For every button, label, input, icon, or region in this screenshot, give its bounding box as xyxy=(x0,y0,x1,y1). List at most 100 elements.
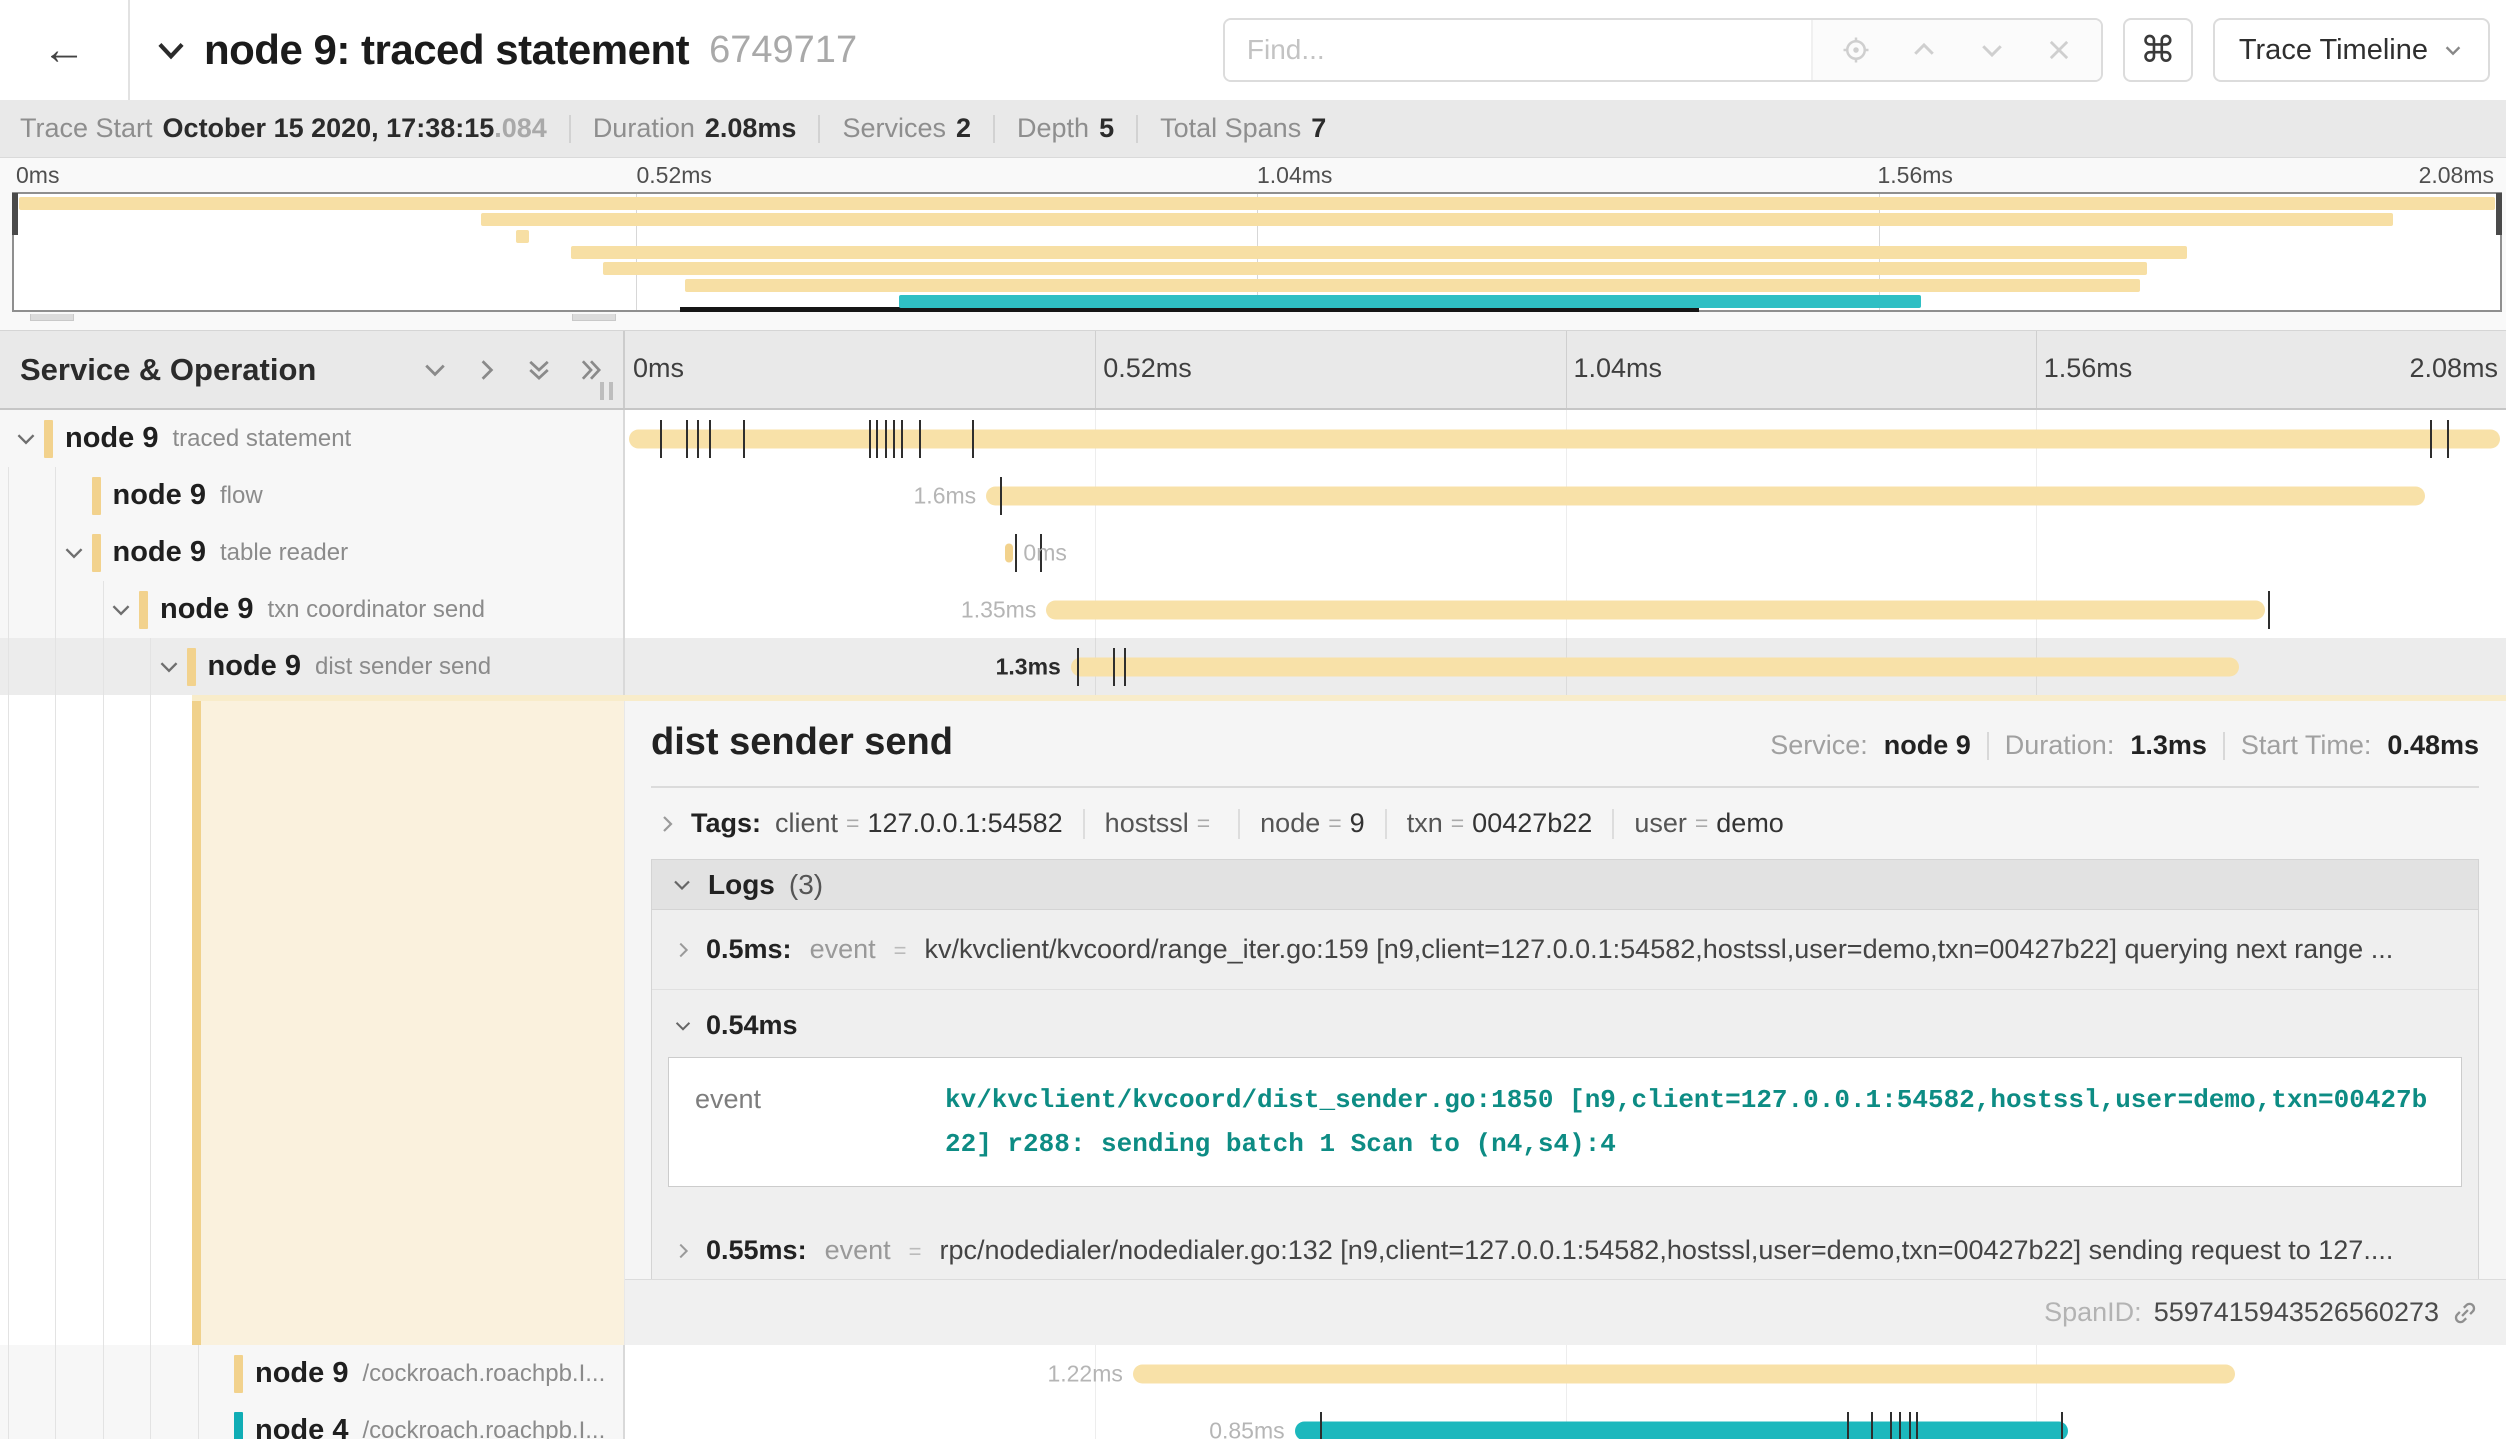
span-collapse-chevron-icon[interactable] xyxy=(103,597,139,623)
log-entry-expanded-header[interactable]: 0.54ms xyxy=(652,990,2478,1055)
minimap-time-label: 0.52ms xyxy=(637,162,712,189)
find-group xyxy=(1223,18,2103,82)
span-collapse-chevron-icon[interactable] xyxy=(151,654,187,680)
trace-view-dropdown[interactable]: Trace Timeline xyxy=(2213,18,2490,82)
log-entry-collapsed[interactable]: 0.5ms:event=kv/kvclient/kvcoord/range_it… xyxy=(652,910,2478,990)
tag-equals: = xyxy=(846,810,859,837)
minimap-right-scrubber-handle[interactable] xyxy=(2496,193,2502,235)
expand-one-icon[interactable] xyxy=(472,355,502,385)
minimap-time-labels: 0ms0.52ms1.04ms1.56ms2.08ms xyxy=(12,162,2494,192)
tags-row[interactable]: Tags: client=127.0.0.1:54582hostssl=node… xyxy=(651,788,2479,857)
log-field-key: event xyxy=(825,1235,891,1266)
tag-value: 00427b22 xyxy=(1472,808,1592,839)
span-duration-bar[interactable] xyxy=(1005,543,1013,562)
logs-count: (3) xyxy=(789,869,823,901)
trace-view-label: Trace Timeline xyxy=(2239,34,2428,67)
span-row-tree-cell[interactable]: node 9flow xyxy=(0,467,625,524)
span-row-tree-cell[interactable]: node 9txn coordinator send xyxy=(0,581,625,638)
span-color-chip xyxy=(44,420,53,458)
services-value: 2 xyxy=(956,113,971,144)
span-color-chip xyxy=(234,1355,243,1393)
keyboard-shortcuts-button[interactable]: ⌘ xyxy=(2123,18,2193,82)
span-duration-bar[interactable] xyxy=(1046,600,2265,619)
span-log-tick xyxy=(1320,1412,1322,1439)
timeline-ruler: 0ms0.52ms1.04ms1.56ms2.08ms xyxy=(625,331,2506,408)
back-button[interactable]: ← xyxy=(0,0,130,100)
span-color-chip xyxy=(92,534,101,572)
logs-header[interactable]: Logs (3) xyxy=(652,860,2478,910)
span-duration-bar[interactable] xyxy=(1295,1421,2068,1439)
span-row[interactable]: node 4/cockroach.roachpb.I...0.85ms xyxy=(0,1402,2506,1439)
minimap-canvas[interactable] xyxy=(12,192,2502,312)
find-next-icon[interactable] xyxy=(1977,35,2007,65)
span-duration-bar[interactable] xyxy=(1133,1364,2235,1383)
span-row[interactable]: node 9flow1.6ms xyxy=(0,467,2506,524)
find-clear-icon[interactable] xyxy=(2045,36,2073,64)
span-row[interactable]: node 9/cockroach.roachpb.I...1.22ms xyxy=(0,1345,2506,1402)
minimap-left-scrubber-handle[interactable] xyxy=(12,193,18,235)
tag-item: node=9 xyxy=(1260,808,1365,839)
span-row-tree-cell[interactable]: node 9/cockroach.roachpb.I... xyxy=(0,1345,625,1402)
span-detail-color-strip xyxy=(192,695,2506,701)
span-duration-bar[interactable] xyxy=(986,486,2425,505)
span-row-timeline-cell[interactable]: 1.6ms xyxy=(625,467,2506,524)
ruler-time-label: 2.08ms xyxy=(2409,353,2498,384)
tag-equals: = xyxy=(1328,810,1341,837)
span-service-name: node 9 xyxy=(160,593,253,626)
span-row-timeline-cell[interactable]: 0.85ms xyxy=(625,1402,2506,1439)
span-row-tree-cell[interactable]: node 4/cockroach.roachpb.I... xyxy=(0,1402,625,1439)
trace-title-chevron-icon[interactable] xyxy=(152,31,190,69)
span-log-tick xyxy=(919,420,921,458)
find-prev-icon[interactable] xyxy=(1909,35,1939,65)
span-row[interactable]: node 9dist sender send1.3ms xyxy=(0,638,2506,695)
minimap-span-bar xyxy=(603,262,2147,275)
span-service-name: node 9 xyxy=(255,1357,348,1390)
collapse-one-icon[interactable] xyxy=(420,355,450,385)
span-duration-label: 1.35ms xyxy=(961,596,1036,623)
span-collapse-chevron-icon[interactable] xyxy=(8,426,44,452)
span-row[interactable]: node 9txn coordinator send 1.35ms xyxy=(0,581,2506,638)
copy-link-icon[interactable] xyxy=(2451,1299,2479,1327)
span-row[interactable]: node 9traced statement xyxy=(0,410,2506,467)
trace-stats-bar: Trace Start October 15 2020, 17:38:15.08… xyxy=(0,100,2506,158)
span-id-value: 5597415943526560273 xyxy=(2154,1297,2439,1328)
span-row-tree-cell[interactable]: node 9dist sender send xyxy=(0,638,625,695)
chevron-down-icon xyxy=(672,1015,694,1037)
span-row-tree-cell[interactable]: node 9table reader xyxy=(0,524,625,581)
find-input[interactable] xyxy=(1225,20,1811,80)
span-duration-bar[interactable] xyxy=(629,429,2501,448)
column-resize-handle[interactable] xyxy=(600,382,613,400)
tag-equals: = xyxy=(1451,810,1464,837)
minimap-time-label: 1.04ms xyxy=(1257,162,1332,189)
log-equals: = xyxy=(894,938,907,964)
expand-all-icon[interactable] xyxy=(576,355,606,385)
tag-value: demo xyxy=(1716,808,1784,839)
tag-equals: = xyxy=(1197,810,1210,837)
minimap-scrubber-grip[interactable] xyxy=(30,314,74,321)
trace-start-value: October 15 2020, 17:38:15 xyxy=(163,113,495,144)
ruler-gridline xyxy=(1566,331,1567,408)
locate-icon[interactable] xyxy=(1841,35,1871,65)
timeline-header-row: Service & Operation 0ms0.52ms1.04ms1.56m… xyxy=(0,330,2506,410)
collapse-all-icon[interactable] xyxy=(524,355,554,385)
duration-value: 2.08ms xyxy=(705,113,797,144)
span-duration-bar[interactable] xyxy=(1071,657,2239,676)
span-collapse-chevron-icon[interactable] xyxy=(56,540,92,566)
log-field-value: kv/kvclient/kvcoord/dist_sender.go:1850 … xyxy=(945,1078,2435,1166)
minimap-scrubber-grip[interactable] xyxy=(572,314,616,321)
span-row-timeline-cell[interactable] xyxy=(625,410,2506,467)
span-log-tick xyxy=(660,420,662,458)
span-row-timeline-cell[interactable]: 1.3ms xyxy=(625,638,2506,695)
span-row-timeline-cell[interactable]: 1.35ms xyxy=(625,581,2506,638)
log-timestamp: 0.54ms xyxy=(706,1010,798,1041)
span-operation-name: /cockroach.roachpb.I... xyxy=(362,1360,605,1388)
span-color-chip xyxy=(139,591,148,629)
tag-value: 9 xyxy=(1350,808,1365,839)
tag-key: txn xyxy=(1407,808,1443,839)
tag-item: hostssl= xyxy=(1105,808,1218,839)
span-row-tree-cell[interactable]: node 9traced statement xyxy=(0,410,625,467)
span-log-tick xyxy=(1916,1412,1918,1439)
span-row-timeline-cell[interactable]: 1.22ms xyxy=(625,1345,2506,1402)
span-row[interactable]: node 9table reader0ms xyxy=(0,524,2506,581)
span-row-timeline-cell[interactable]: 0ms xyxy=(625,524,2506,581)
